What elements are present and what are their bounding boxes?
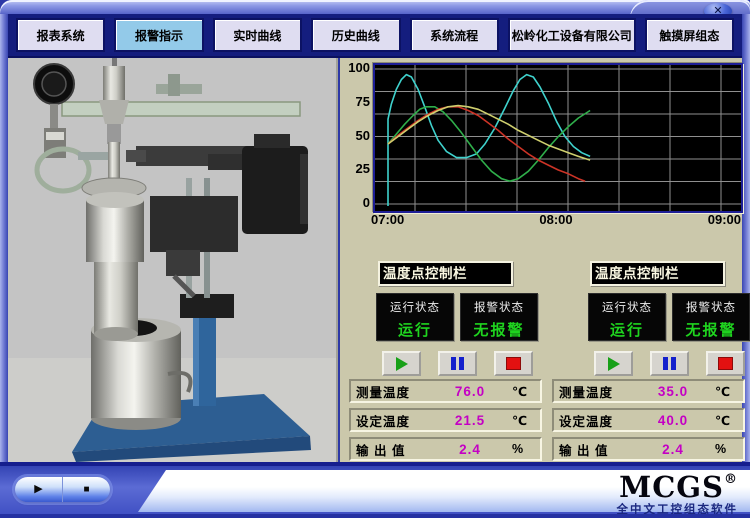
- alarm-status-label: 报警状态: [673, 299, 749, 315]
- temp-control-panel-2: 温度点控制栏 运行状态 运行 报警状态 无报警: [558, 258, 750, 378]
- y-tick-75: 75: [356, 96, 370, 108]
- trend-plot-area: [375, 65, 741, 211]
- stop-button[interactable]: [494, 351, 533, 376]
- reading-value: 21.5: [428, 413, 512, 428]
- reading-unit: ℃: [715, 413, 743, 428]
- nav-button-report-system[interactable]: 报表系统: [16, 18, 105, 52]
- realtime-trend-chart: [373, 63, 743, 213]
- equipment-photo: [8, 58, 338, 462]
- y-tick-25: 25: [356, 163, 370, 175]
- table-row: 测量温度 35.0 ℃: [552, 379, 745, 403]
- reading-label: 设定温度: [554, 411, 631, 430]
- table-row: 设定温度 40.0 ℃: [552, 408, 745, 432]
- play-icon: [608, 357, 620, 371]
- x-tick-0900: 09:00: [708, 212, 741, 227]
- equipment-illustration: [8, 58, 336, 462]
- readings-table-2: 测量温度 35.0 ℃ 设定温度 40.0 ℃ 输 出 值 2.4 %: [552, 379, 745, 466]
- y-tick-50: 50: [356, 130, 370, 142]
- runtime-stop-button[interactable]: ■: [63, 477, 110, 502]
- y-tick-100: 100: [348, 62, 370, 74]
- alarm-status-value: 无报警: [461, 319, 537, 340]
- pause-button[interactable]: [438, 351, 477, 376]
- status-bar: ▶ ■ MCGS® 全中文工控组态软件: [0, 462, 750, 518]
- reading-value: 40.0: [631, 413, 715, 428]
- stop-button[interactable]: [706, 351, 745, 376]
- reading-value: 35.0: [631, 384, 715, 399]
- table-row: 设定温度 21.5 ℃: [349, 408, 542, 432]
- reading-unit: %: [512, 442, 540, 456]
- x-tick-0800: 08:00: [539, 212, 572, 227]
- reading-label: 输 出 值: [351, 440, 428, 459]
- run-status-display: 运行状态 运行: [588, 293, 666, 341]
- readings-table-1: 测量温度 76.0 ℃ 设定温度 21.5 ℃ 输 出 值 2.4 %: [349, 379, 542, 466]
- pause-icon: [451, 357, 464, 370]
- reading-unit: ℃: [512, 413, 540, 428]
- stop-icon: ■: [83, 485, 89, 495]
- nav-button-alarm-indication[interactable]: 报警指示: [114, 18, 203, 52]
- panel-title: 温度点控制栏: [378, 261, 513, 286]
- reading-unit: ℃: [512, 384, 540, 399]
- reading-unit: ℃: [715, 384, 743, 399]
- brand-name: MCGS®: [617, 466, 739, 501]
- stop-icon: [506, 357, 521, 370]
- alarm-status-display: 报警状态 无报警: [460, 293, 538, 341]
- table-row: 测量温度 76.0 ℃: [349, 379, 542, 403]
- start-button[interactable]: [382, 351, 421, 376]
- run-status-value: 运行: [589, 319, 665, 340]
- nav-button-realtime-curve[interactable]: 实时曲线: [213, 18, 302, 52]
- play-icon: [396, 357, 408, 371]
- x-tick-0700: 07:00: [371, 212, 404, 227]
- nav-button-company[interactable]: 松岭化工设备有限公司: [508, 18, 636, 52]
- alarm-status-value: 无报警: [673, 319, 749, 340]
- window-border-left: [0, 14, 8, 462]
- y-tick-0: 0: [363, 197, 370, 209]
- runtime-control-pill: ▶ ■: [15, 477, 110, 502]
- brand-tagline: 全中文工控组态软件: [617, 501, 739, 517]
- chart-x-axis-labels: 07:00 08:00 09:00: [371, 212, 741, 227]
- run-status-label: 运行状态: [377, 299, 453, 315]
- reading-value: 2.4: [631, 442, 715, 457]
- reading-value: 2.4: [428, 442, 512, 457]
- reading-value: 76.0: [428, 384, 512, 399]
- nav-bar: 报表系统 报警指示 实时曲线 历史曲线 系统流程 松岭化工设备有限公司 触摸屏组…: [8, 14, 742, 58]
- temp-control-panel-1: 温度点控制栏 运行状态 运行 报警状态 无报警: [346, 258, 546, 378]
- reading-label: 测量温度: [554, 382, 631, 401]
- registered-mark: ®: [724, 472, 738, 487]
- chart-y-axis-labels: 100 75 50 25 0: [343, 62, 370, 209]
- play-icon: ▶: [34, 484, 42, 495]
- nav-button-system-flow[interactable]: 系统流程: [410, 18, 499, 52]
- table-row: 输 出 值 2.4 %: [552, 437, 745, 461]
- panel-title: 温度点控制栏: [590, 261, 725, 286]
- run-status-value: 运行: [377, 319, 453, 340]
- alarm-status-label: 报警状态: [461, 299, 537, 315]
- mcgs-logo: MCGS® 全中文工控组态软件: [617, 466, 739, 517]
- table-row: 输 出 值 2.4 %: [349, 437, 542, 461]
- start-button[interactable]: [594, 351, 633, 376]
- alarm-status-display: 报警状态 无报警: [672, 293, 750, 341]
- reading-unit: %: [715, 442, 743, 456]
- nav-button-history-curve[interactable]: 历史曲线: [311, 18, 400, 52]
- reading-label: 设定温度: [351, 411, 428, 430]
- reading-label: 输 出 值: [554, 440, 631, 459]
- stop-icon: [718, 357, 733, 370]
- run-status-label: 运行状态: [589, 299, 665, 315]
- run-status-display: 运行状态 运行: [376, 293, 454, 341]
- reading-label: 测量温度: [351, 382, 428, 401]
- pause-button[interactable]: [650, 351, 689, 376]
- pause-icon: [663, 357, 676, 370]
- runtime-play-button[interactable]: ▶: [15, 477, 63, 502]
- nav-button-touchscreen-config[interactable]: 触摸屏组态: [645, 18, 734, 52]
